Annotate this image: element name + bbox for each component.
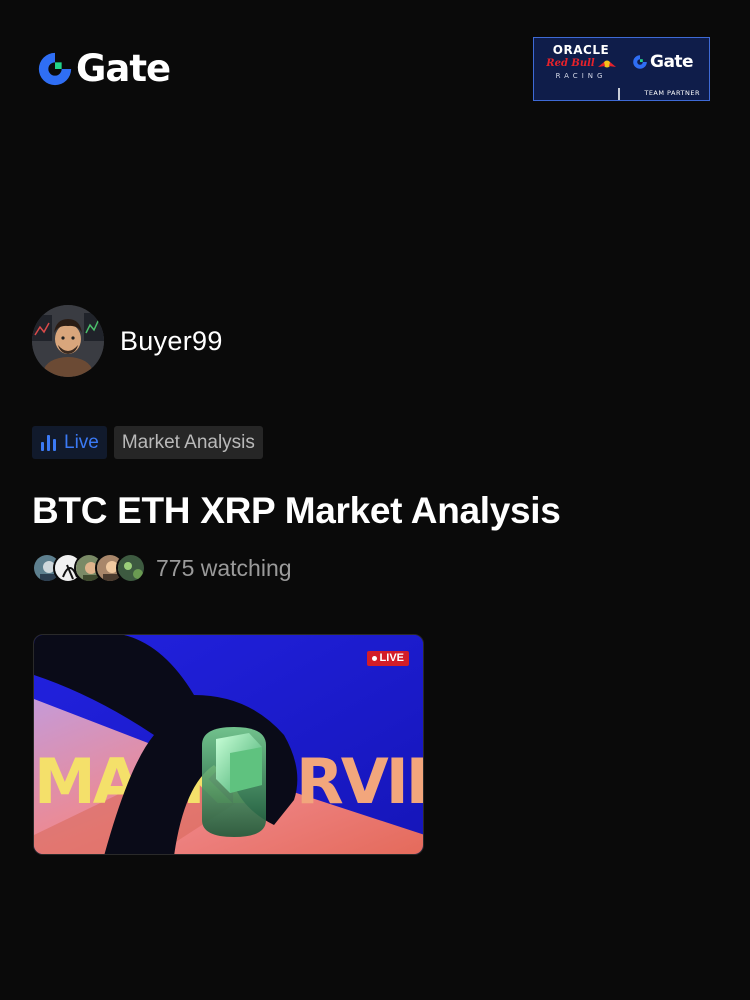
partner-oracle-text: ORACLE (552, 43, 610, 57)
watchers-row: 775 watching (32, 553, 292, 583)
team-partner-badge: ORACLE Red Bull RACING Gate TEAM PARTNER (533, 37, 710, 101)
live-badge-label: LIVE (379, 652, 404, 664)
gate-logo-icon (38, 52, 72, 86)
market-overview-artwork: MARKE RVIEW (34, 635, 424, 854)
live-badge: LIVE (366, 651, 409, 666)
streamer-info[interactable]: Buyer99 (32, 305, 223, 377)
gate-logo[interactable]: Gate (36, 47, 171, 90)
stream-tags: Live Market Analysis (32, 426, 263, 459)
avatar[interactable] (32, 305, 104, 377)
partner-gate-text: Gate (650, 52, 694, 72)
partner-redbull-text: Red Bull (546, 58, 595, 69)
stream-title: BTC ETH XRP Market Analysis (32, 490, 561, 531)
watching-count: 775 watching (156, 554, 292, 581)
partner-tag: TEAM PARTNER (644, 89, 700, 97)
live-bars-icon (41, 434, 56, 451)
live-dot-icon (371, 656, 377, 661)
partner-racing-text: RACING (555, 72, 607, 80)
stream-thumbnail[interactable]: MARKE RVIEW LIVE (33, 634, 424, 855)
thumbnail-text-right: RVIEW (296, 745, 424, 818)
watcher-avatar (116, 553, 146, 583)
partner-gate-icon (633, 55, 647, 69)
topic-tag[interactable]: Market Analysis (113, 426, 263, 459)
avatar-icon (32, 305, 104, 377)
partner-redbull-row: Red Bull (542, 58, 620, 70)
partner-sponsor-block: ORACLE Red Bull RACING (542, 44, 620, 81)
partner-gate-logo: Gate (632, 52, 694, 72)
live-tag-label: Live (64, 431, 99, 453)
watcher-avatars (32, 553, 146, 583)
live-tag: Live (32, 426, 107, 459)
streamer-name[interactable]: Buyer99 (120, 326, 223, 357)
redbull-bulls-icon (597, 60, 616, 68)
live-stream-page: Gate ORACLE Red Bull RACING Gate TEAM PA… (0, 0, 750, 1000)
gate-logo-text: Gate (76, 47, 171, 90)
